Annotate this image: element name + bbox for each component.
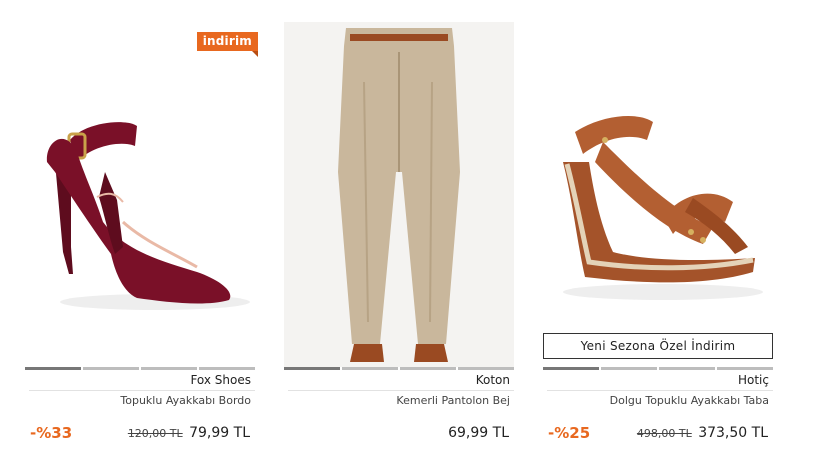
brand-name[interactable]: Hotiç [738, 373, 769, 387]
price-block: 498,00 TL 373,50 TL [637, 425, 768, 441]
product-card[interactable]: Koton Kemerli Pantolon Bej 69,99 TL [284, 0, 514, 458]
divider [29, 390, 255, 391]
image-carousel-indicator[interactable] [25, 367, 255, 370]
discount-badge: indirim [196, 32, 259, 57]
product-image[interactable] [543, 22, 773, 367]
tan-wedge-sandal-icon [543, 22, 773, 367]
product-image[interactable] [25, 22, 255, 367]
brand-name[interactable]: Koton [476, 373, 510, 387]
divider [288, 390, 514, 391]
old-price: 120,00 TL [127, 427, 183, 440]
divider [547, 390, 773, 391]
current-price: 373,50 TL [698, 425, 768, 441]
discount-percent: -%25 [548, 424, 591, 442]
old-price: 498,00 TL [636, 427, 692, 440]
current-price: 79,99 TL [189, 425, 250, 441]
product-name[interactable]: Kemerli Pantolon Bej [396, 394, 510, 407]
price-block: 69,99 TL [448, 425, 509, 441]
product-card[interactable]: Yeni Sezona Özel İndirim Hotiç Dolgu Top… [543, 0, 773, 458]
discount-percent: -%33 [30, 424, 73, 442]
promo-banner[interactable]: Yeni Sezona Özel İndirim [543, 333, 773, 359]
price-block: 120,00 TL 79,99 TL [128, 425, 250, 441]
brand-name[interactable]: Fox Shoes [190, 373, 251, 387]
current-price: 69,99 TL [448, 425, 509, 441]
product-card[interactable]: indirim Fox Shoes Topuklu Ayakkabı Bordo… [25, 0, 259, 458]
image-carousel-indicator[interactable] [543, 367, 773, 370]
image-carousel-indicator[interactable] [284, 367, 514, 370]
beige-trousers-icon [284, 22, 514, 367]
product-name[interactable]: Dolgu Topuklu Ayakkabı Taba [610, 394, 769, 407]
product-name[interactable]: Topuklu Ayakkabı Bordo [120, 394, 251, 407]
burgundy-pump-shoe-icon [25, 22, 255, 367]
product-image[interactable] [284, 22, 514, 367]
